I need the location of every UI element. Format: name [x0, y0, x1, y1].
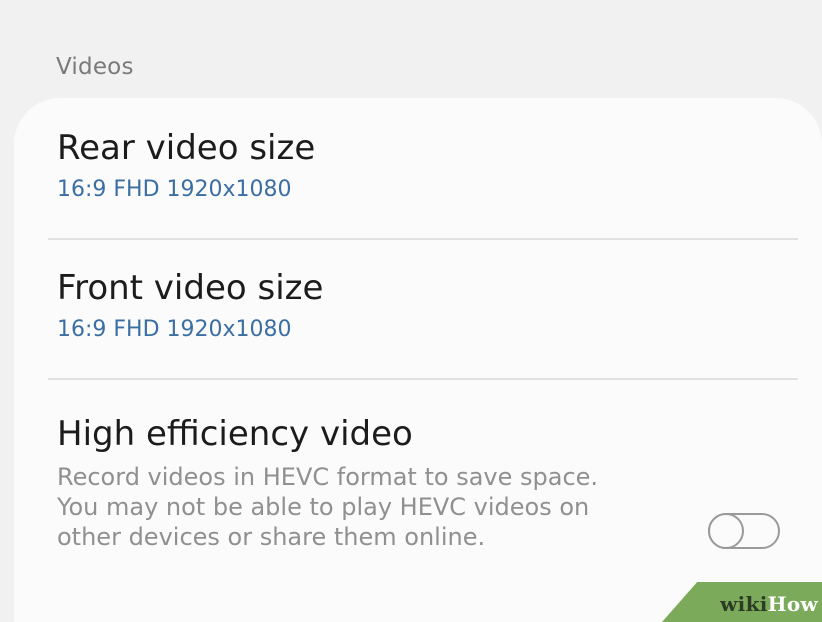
toggle-knob: [708, 513, 744, 549]
setting-title: High efficiency video: [57, 414, 413, 454]
high-efficiency-toggle[interactable]: [708, 513, 780, 549]
watermark-part-2: How: [767, 592, 818, 616]
setting-value: 16:9 FHD 1920x1080: [57, 177, 292, 202]
setting-rear-video-size[interactable]: Rear video size 16:9 FHD 1920x1080: [57, 128, 792, 204]
setting-high-efficiency-video[interactable]: High efficiency video Record videos in H…: [57, 414, 792, 552]
setting-value: 16:9 FHD 1920x1080: [57, 317, 292, 342]
setting-title: Rear video size: [57, 128, 316, 168]
section-header-videos: Videos: [56, 54, 134, 80]
watermark-part-1: wiki: [720, 592, 768, 616]
divider: [48, 378, 798, 380]
watermark-text: wikiHow: [720, 592, 818, 616]
divider: [48, 238, 798, 240]
setting-title: Front video size: [57, 268, 324, 308]
wikihow-watermark-logo: wikiHow: [662, 582, 822, 622]
setting-front-video-size[interactable]: Front video size 16:9 FHD 1920x1080: [57, 268, 792, 344]
settings-screen: Videos Rear video size 16:9 FHD 1920x108…: [0, 0, 822, 622]
setting-description: Record videos in HEVC format to save spa…: [57, 463, 599, 551]
